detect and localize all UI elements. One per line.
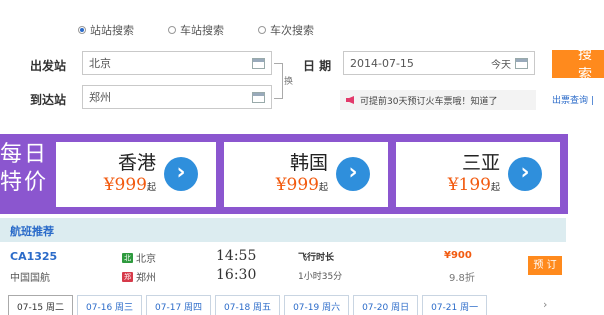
speaker-icon — [346, 96, 354, 104]
date-tab-0717[interactable]: 07-17 周四 — [146, 295, 212, 315]
date-label: 日 期 — [303, 59, 332, 73]
date-field[interactable]: 2014-07-15 今天 — [343, 51, 535, 75]
duration-label: 飞行时长 — [298, 253, 335, 263]
from-station-value: 北京 — [89, 57, 111, 70]
radio-station-to-station[interactable]: 站站搜索 — [78, 22, 134, 38]
deal-card-korea[interactable]: 韩国 ¥999起 › — [224, 142, 388, 207]
duration-value: 1小时35分 — [298, 272, 343, 282]
radio-label: 车次搜索 — [270, 24, 314, 37]
radio-dot-icon — [168, 26, 176, 34]
ticket-query-link[interactable]: 出票查询 | — [552, 93, 594, 106]
from-label: 出发站 — [30, 59, 67, 73]
date-tab-0716[interactable]: 07-16 周三 — [77, 295, 143, 315]
arrival-city-name: 郑州 — [136, 273, 156, 284]
date-tab-0715[interactable]: 07-15 周二 — [8, 295, 74, 315]
arrival-time: 16:30 — [216, 267, 257, 283]
deal-card-sanya[interactable]: 三亚 ¥199起 › — [396, 142, 560, 207]
deal-card-hongkong[interactable]: 香港 ¥999起 › — [56, 142, 216, 207]
departure-time: 14:55 — [216, 248, 257, 264]
swap-bracket — [274, 63, 283, 99]
arrow-right-icon[interactable]: › — [508, 157, 542, 191]
date-tab-bar: 07-15 周二 07-16 周三 07-17 周四 07-18 周五 07-1… — [8, 295, 488, 315]
arrow-right-icon[interactable]: › — [164, 157, 198, 191]
from-station-field[interactable]: 北京 — [82, 51, 272, 75]
fare-discount: 9.8折 — [449, 273, 475, 284]
flight-number-link[interactable]: CA1325 — [10, 250, 57, 263]
date-tab-0718[interactable]: 07-18 周五 — [215, 295, 281, 315]
radio-train-number[interactable]: 车次搜索 — [258, 22, 314, 38]
radio-label: 车站搜索 — [180, 24, 224, 37]
chevron-right-icon[interactable]: › — [543, 298, 547, 311]
to-station-value: 郑州 — [89, 91, 111, 104]
to-label: 到达站 — [30, 93, 67, 107]
daily-deals-title: 每日特价 — [0, 142, 49, 195]
radio-dot-selected-icon — [78, 26, 86, 34]
radio-station-search[interactable]: 车站搜索 — [168, 22, 224, 38]
search-mode-group: 站站搜索 车站搜索 车次搜索 — [78, 22, 314, 38]
deal-price: ¥999起 — [103, 175, 156, 195]
arrival-tag-icon: 郑 — [122, 271, 133, 282]
notice-text: 可提前30天预订火车票哦！知道了 — [360, 96, 498, 107]
date-tab-0719[interactable]: 07-19 周六 — [284, 295, 350, 315]
recommend-header — [0, 218, 566, 242]
calendar-icon — [515, 57, 528, 69]
date-tab-0721[interactable]: 07-21 周一 — [422, 295, 488, 315]
fare-price: ¥900 — [444, 250, 472, 261]
calendar-icon — [252, 91, 265, 103]
calendar-icon — [252, 57, 265, 69]
deal-price: ¥199起 — [447, 175, 500, 195]
arrow-right-icon[interactable]: › — [336, 157, 370, 191]
airline-name: 中国国航 — [10, 273, 50, 284]
radio-label: 站站搜索 — [90, 24, 134, 37]
deal-price: ¥999起 — [275, 175, 328, 195]
to-station-field[interactable]: 郑州 — [82, 85, 272, 109]
date-value: 2014-07-15 — [350, 56, 414, 70]
recommend-title: 航班推荐 — [10, 225, 54, 238]
radio-dot-icon — [258, 26, 266, 34]
date-tab-0720[interactable]: 07-20 周日 — [353, 295, 419, 315]
today-label: 今天 — [491, 59, 511, 71]
advance-booking-notice: 可提前30天预订火车票哦！知道了 — [340, 90, 536, 110]
departure-city-name: 北京 — [136, 254, 156, 265]
departure-city: 北 北京 — [122, 250, 156, 265]
deal-city: 香港 — [117, 152, 156, 174]
arrival-city: 郑 郑州 — [122, 269, 156, 284]
book-button[interactable]: 预 订 — [528, 256, 562, 275]
departure-tag-icon: 北 — [122, 252, 133, 263]
deal-city: 三亚 — [461, 152, 500, 174]
deal-city: 韩国 — [289, 152, 328, 174]
swap-button[interactable]: 换 — [284, 74, 293, 87]
search-button[interactable]: 搜 索 — [552, 47, 604, 83]
